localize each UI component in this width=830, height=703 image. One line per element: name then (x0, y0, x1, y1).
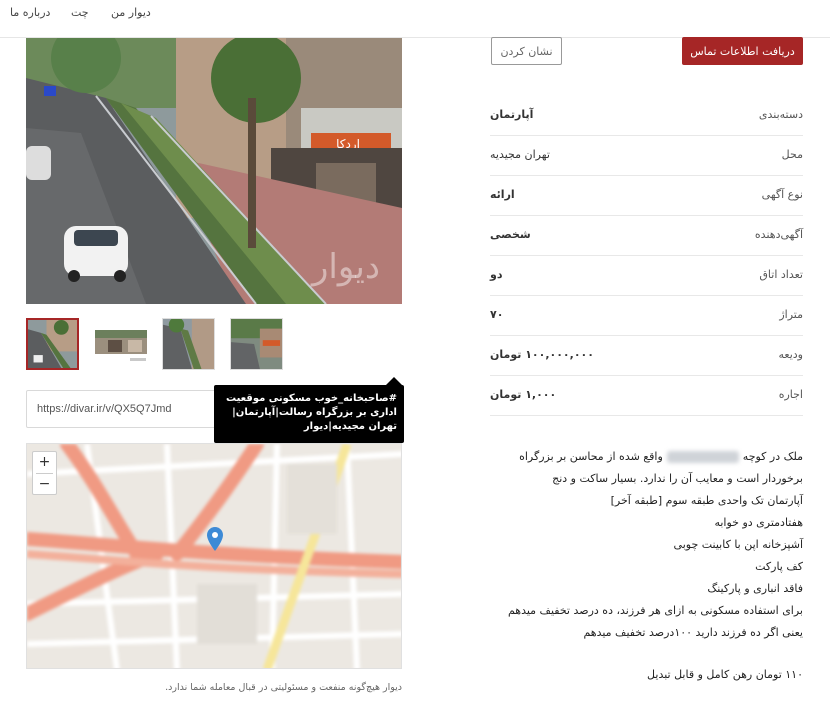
description-text: واقع شده از محاسن بر بزرگراه (519, 450, 663, 463)
description-line: هفتادمتری دو خوابه (714, 516, 803, 529)
tooltip-arrow (386, 377, 402, 385)
map-zoom-control: + − (32, 451, 57, 495)
detail-row-rooms: تعداد اتاق دو (490, 256, 803, 296)
detail-value: شخصی (490, 228, 531, 241)
redacted-street (666, 451, 739, 463)
detail-row-category: دسته‌بندی آپارتمان (490, 96, 803, 136)
description-line: آشپزخانه اپن با کابینت چوبی (673, 538, 803, 551)
nav-chat-link[interactable]: چت (71, 6, 89, 19)
detail-key: دسته‌بندی (758, 108, 803, 121)
description-line: یعنی اگر ده فرزند دارید ۱۰۰درصد تخفیف می… (583, 626, 803, 639)
detail-row-location: محل تهران مجیدیه (490, 136, 803, 176)
top-navigation: درباره ما چت دیوار من (0, 0, 830, 38)
description-line: برای استفاده مسکونی به ازای هر فرزند، ده… (507, 604, 803, 617)
detail-value: ۷۰ (490, 308, 504, 321)
thumbnail-3[interactable] (162, 318, 215, 370)
share-tooltip: #صاحبخانه_خوب مسکونی موقعیت اداری بر بزر… (214, 385, 404, 443)
bookmark-button[interactable]: نشان کردن (491, 37, 562, 65)
main-photo[interactable]: اردکا دیوار (26, 38, 402, 304)
zoom-in-button[interactable]: + (33, 452, 56, 473)
description-line: کف پارکت (755, 560, 803, 573)
description-line: فاقد انباری و پارکینگ (707, 582, 803, 595)
thumbnail-strip (26, 318, 402, 370)
description-line: برخوردار است و معایب آن را ندارد. بسیار … (552, 472, 803, 485)
detail-row-deposit: ودیعه ۱۰۰,۰۰۰,۰۰۰ تومان (490, 336, 803, 376)
detail-row-rent: اجاره ۱,۰۰۰ تومان (490, 376, 803, 416)
detail-key: اجاره (778, 388, 803, 401)
description-line: ملک در کوچه واقع شده از محاسن بر بزرگراه (519, 450, 803, 463)
description-text: ملک در کوچه (742, 450, 803, 463)
thumbnail-1[interactable] (26, 318, 79, 370)
detail-value: ارائه (490, 188, 515, 201)
detail-key: محل (781, 148, 803, 161)
disclaimer-text: دیوار هیچ‌گونه منفعت و مسئولیتی در قبال … (165, 682, 402, 693)
detail-value: ۱۰۰,۰۰۰,۰۰۰ تومان (490, 348, 594, 361)
detail-row-advertiser: آگهی‌دهنده شخصی (490, 216, 803, 256)
detail-value: دو (490, 268, 503, 281)
detail-key: آگهی‌دهنده (754, 228, 803, 241)
detail-row-area: متراژ ۷۰ (490, 296, 803, 336)
detail-value: ۱,۰۰۰ تومان (490, 388, 557, 401)
detail-value: تهران مجیدیه (490, 148, 550, 161)
nav-about-link[interactable]: درباره ما (10, 6, 50, 19)
detail-key: ودیعه (778, 348, 803, 361)
detail-key: متراژ (779, 308, 803, 321)
map-pin-icon[interactable] (207, 527, 223, 551)
description-line: ۱۱۰ تومان رهن کامل و قابل تبدیل (647, 668, 803, 681)
detail-key: تعداد اتاق (759, 268, 803, 281)
detail-value[interactable]: آپارتمان (490, 108, 533, 121)
location-map[interactable] (26, 443, 402, 669)
contact-info-button[interactable]: دریافت اطلاعات تماس (682, 37, 803, 65)
detail-row-ad-type: نوع آگهی ارائه (490, 176, 803, 216)
detail-key: نوع آگهی (761, 188, 803, 201)
thumbnail-4[interactable] (230, 318, 283, 370)
photo-watermark: دیوار (310, 247, 380, 287)
description-line: آپارتمان تک واحدی طبقه سوم [طبقه آخر] (610, 494, 803, 507)
nav-my-divar-link[interactable]: دیوار من (111, 6, 151, 19)
zoom-out-button[interactable]: − (33, 474, 56, 495)
thumbnail-2[interactable] (94, 318, 147, 370)
